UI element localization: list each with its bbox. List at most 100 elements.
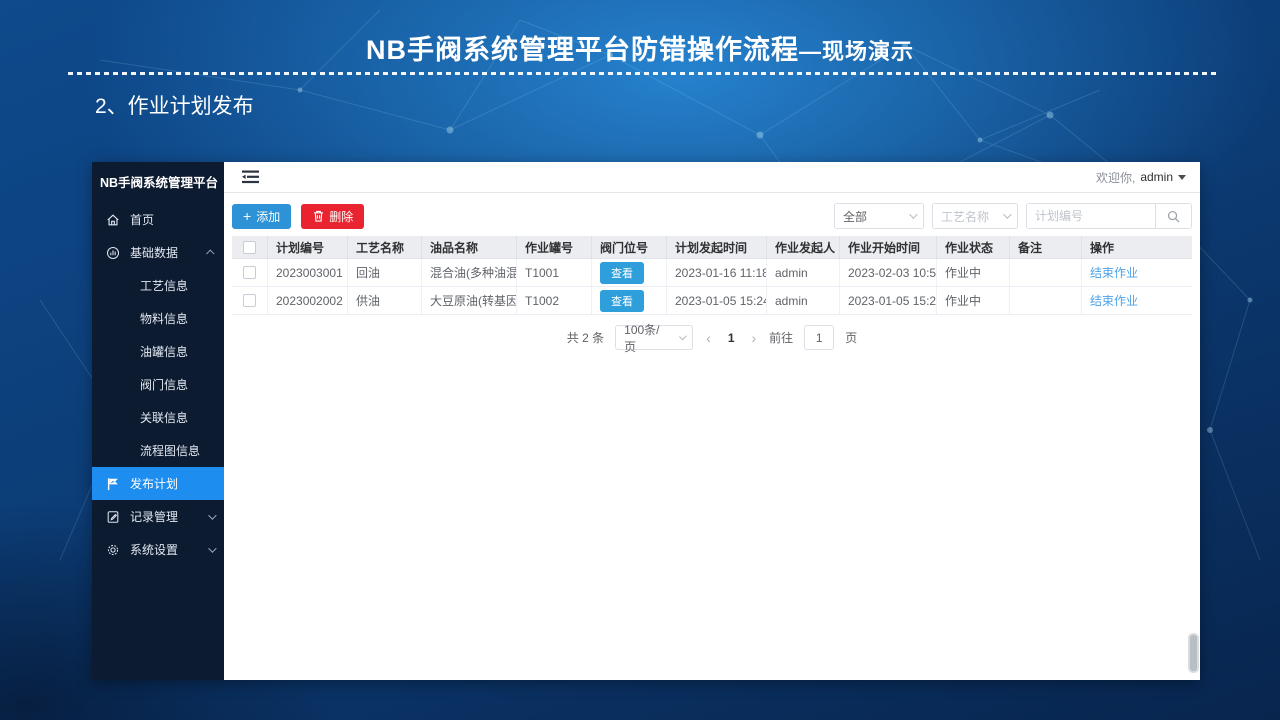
sidebar-item-home[interactable]: 首页: [92, 203, 224, 236]
column-header: 作业开始时间: [840, 236, 937, 258]
sidebar-item-label: 首页: [130, 213, 155, 227]
total-count: 共 2 条: [566, 331, 605, 345]
goto-page-input[interactable]: [804, 325, 835, 350]
sidebar-item-label: 关联信息: [140, 411, 189, 425]
page-unit-label: 页: [845, 331, 858, 345]
sidebar-item-tank-info[interactable]: 油罐信息: [92, 335, 224, 368]
sidebar-item-label: 系统设置: [130, 543, 179, 557]
chevron-down-icon: [678, 332, 687, 341]
sidebar-item-flowchart-info[interactable]: 流程图信息: [92, 434, 224, 467]
pagination: 共 2 条 100条/页 ‹ 1 › 前往 页: [232, 323, 1192, 354]
plus-icon: +: [243, 208, 252, 224]
row-checkbox[interactable]: [243, 294, 256, 307]
sidebar-item-publish-plan[interactable]: 发布计划: [92, 467, 224, 500]
plan-start-time-cell: 2023-01-05 15:24:18: [667, 287, 767, 314]
oil-name-cell: 混合油(多种油混合): [422, 259, 517, 286]
chevron-up-icon: [206, 248, 215, 258]
slide-title-suffix: —现场演示: [798, 39, 914, 64]
initiator-cell: admin: [767, 287, 840, 314]
sidebar-item-material-info[interactable]: 物料信息: [92, 302, 224, 335]
sidebar-item-system-settings[interactable]: 系统设置: [92, 533, 224, 566]
plan-number-cell: 2023002002: [268, 287, 348, 314]
plan-table: 计划编号 工艺名称 油品名称 作业罐号 阀门位号 计划发起时间 作业发起人 作业…: [232, 236, 1192, 315]
search-button[interactable]: [1155, 204, 1191, 228]
row-checkbox[interactable]: [243, 266, 256, 279]
column-header: 作业状态: [937, 236, 1010, 258]
caret-down-icon: [1178, 174, 1186, 180]
plan-start-time-cell: 2023-01-16 11:18:01: [667, 259, 767, 286]
select-all-checkbox[interactable]: [243, 240, 256, 254]
username: admin: [1140, 170, 1173, 184]
status-filter-select[interactable]: 全部: [833, 203, 924, 229]
search-group: [1026, 203, 1192, 229]
column-header: 阀门位号: [592, 236, 667, 258]
column-header: 计划编号: [268, 236, 348, 258]
remark-cell: [1010, 259, 1082, 286]
chevron-down-icon: [208, 543, 217, 553]
page-size-select[interactable]: 100条/页: [615, 323, 694, 354]
sidebar: NB手阀系统管理平台 首页 基础数据 工艺信息 物料信息 油罐信息 阀门信息 关…: [92, 162, 224, 680]
table-row: 2023002002 供油 大豆原油(转基因) T1002 查看 2023-01…: [232, 287, 1192, 315]
sidebar-item-label: 阀门信息: [140, 378, 189, 392]
end-job-link[interactable]: 结束作业: [1090, 292, 1138, 309]
table-row: 2023003001 回油 混合油(多种油混合) T1001 查看 2023-0…: [232, 259, 1192, 287]
sidebar-item-label: 工艺信息: [140, 279, 189, 293]
publish-flag-icon: [105, 476, 121, 492]
sidebar-app-title: NB手阀系统管理平台: [100, 176, 219, 190]
home-icon: [105, 212, 121, 228]
job-status-cell: 作业中: [937, 259, 1010, 286]
sidebar-collapse-icon[interactable]: [242, 170, 259, 184]
sidebar-item-label: 基础数据: [130, 246, 179, 260]
delete-button[interactable]: 删除: [301, 203, 365, 229]
sidebar-item-process-info[interactable]: 工艺信息: [92, 269, 224, 302]
job-start-time-cell: 2023-02-03 10:53:55: [840, 259, 937, 286]
end-job-link[interactable]: 结束作业: [1090, 264, 1138, 281]
slide-title: NB手阀系统管理平台防错操作流程—现场演示: [0, 28, 1280, 67]
initiator-cell: admin: [767, 259, 840, 286]
main-area: 欢迎你, admin + 添加 删除 全部 工艺名称 计划编号 计划编号 工艺名…: [224, 162, 1200, 680]
content-panel: + 添加 删除 全部 工艺名称 计划编号 计划编号 工艺名称 油品名称 作业罐号…: [224, 193, 1200, 680]
vertical-scrollbar-thumb[interactable]: [1188, 633, 1199, 673]
column-header: 工艺名称: [348, 236, 422, 258]
app-window-screenshot: NB手阀系统管理平台 首页 基础数据 工艺信息 物料信息 油罐信息 阀门信息 关…: [92, 162, 1200, 680]
job-status-cell: 作业中: [937, 287, 1010, 314]
column-header: 计划发起时间: [667, 236, 767, 258]
process-name-select[interactable]: 工艺名称: [931, 203, 1018, 229]
oil-name-cell: 大豆原油(转基因): [422, 287, 517, 314]
slide-title-main: NB手阀系统管理平台防错操作流程: [365, 35, 799, 65]
trash-icon: [312, 208, 324, 224]
chevron-down-icon: [1003, 210, 1012, 219]
prev-page-button[interactable]: ‹: [704, 330, 713, 346]
process-name-cell: 回油: [348, 259, 422, 286]
sidebar-item-valve-info[interactable]: 阀门信息: [92, 368, 224, 401]
column-header: 备注: [1010, 236, 1082, 258]
plan-number-search-input[interactable]: [1027, 204, 1155, 228]
sidebar-item-label: 流程图信息: [140, 444, 201, 458]
presentation-slide: NB手阀系统管理平台防错操作流程—现场演示 2、作业计划发布 NB手阀系统管理平…: [0, 0, 1280, 720]
search-icon: [1167, 210, 1180, 222]
chevron-down-icon: [909, 210, 918, 219]
add-button[interactable]: + 添加: [232, 203, 292, 229]
sidebar-item-label: 记录管理: [130, 510, 179, 524]
next-page-button[interactable]: ›: [750, 330, 759, 346]
job-start-time-cell: 2023-01-05 15:24:20: [840, 287, 937, 314]
sidebar-item-basic-data[interactable]: 基础数据: [92, 236, 224, 269]
sidebar-item-label: 物料信息: [140, 312, 189, 326]
sidebar-item-record-management[interactable]: 记录管理: [92, 500, 224, 533]
toolbar: + 添加 删除 全部 工艺名称 计划编号: [232, 203, 1192, 229]
sidebar-item-label: 发布计划: [130, 477, 179, 491]
plan-number-cell: 2023003001: [268, 259, 348, 286]
view-valve-button[interactable]: 查看: [600, 289, 644, 312]
column-header: 操作: [1090, 240, 1115, 255]
table-header-row: 计划编号 工艺名称 油品名称 作业罐号 阀门位号 计划发起时间 作业发起人 作业…: [232, 236, 1192, 259]
record-icon: [105, 509, 121, 525]
filter-group: 全部 工艺名称: [833, 203, 1192, 229]
sidebar-item-relation-info[interactable]: 关联信息: [92, 401, 224, 434]
current-page-number[interactable]: 1: [724, 331, 739, 345]
view-valve-button[interactable]: 查看: [600, 261, 644, 284]
slide-subtitle: 2、作业计划发布: [95, 95, 254, 118]
column-header: 作业罐号: [517, 236, 592, 258]
data-icon: [105, 245, 121, 261]
column-header: 油品名称: [422, 236, 517, 258]
user-menu[interactable]: 欢迎你, admin: [1096, 169, 1186, 186]
